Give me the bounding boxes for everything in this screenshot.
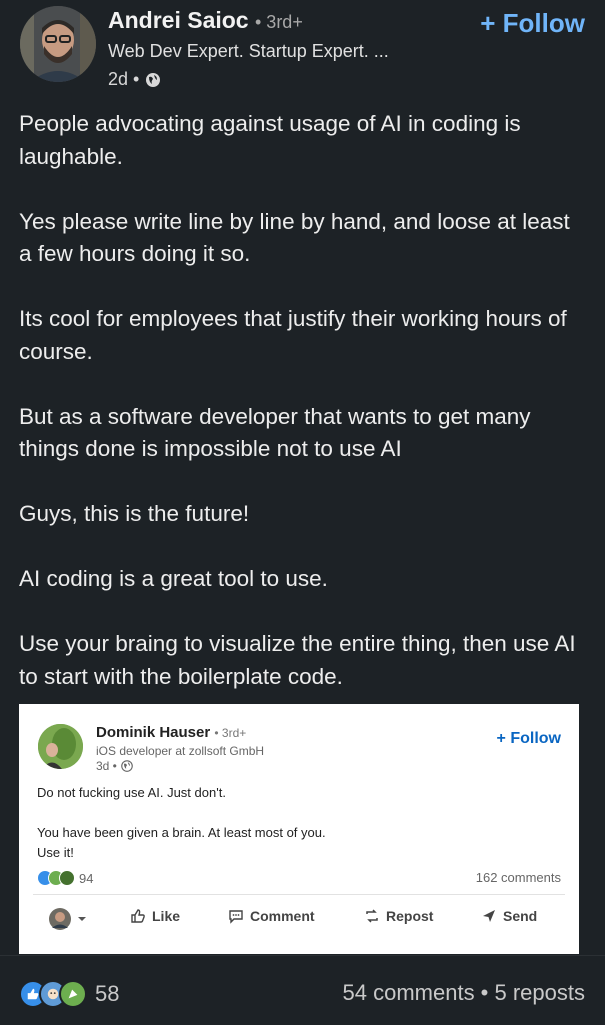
embedded-like-button: Like [130, 908, 180, 924]
embedded-actor-switcher [49, 908, 87, 930]
embedded-comment-count: 162 comments [475, 870, 561, 885]
embedded-post-body: Do not fucking use AI. Just don't. You h… [37, 783, 557, 863]
actor-avatar-icon [49, 908, 71, 930]
repost-label: Repost [386, 908, 434, 924]
embedded-divider [33, 894, 565, 895]
reactions-summary[interactable]: 58 [19, 980, 119, 1008]
support-icon [59, 870, 75, 886]
like-label: Like [152, 908, 181, 924]
embedded-reaction-count: 94 [79, 870, 94, 886]
globe-icon [121, 760, 133, 772]
post-header: Andrei Saioc • 3rd+ Web Dev Expert. Star… [0, 0, 605, 104]
post-paragraph: Guys, this is the future! [19, 501, 250, 526]
embedded-post-paragraph: Do not fucking use AI. Just don't. [37, 785, 226, 800]
embedded-author-headline: iOS developer at zollsoft GmbH [96, 744, 265, 758]
post-time: 2d • [108, 69, 140, 89]
embedded-author-name-line: Dominik Hauser • 3rd+ [96, 724, 246, 741]
embedded-reaction-icons [37, 870, 75, 886]
caret-down-icon [78, 917, 86, 921]
embedded-post-time: 3d • [96, 759, 117, 773]
send-label: Send [503, 908, 538, 924]
author-headline: Web Dev Expert. Startup Expert. ... [108, 41, 389, 61]
embedded-author-avatar [38, 724, 83, 769]
globe-icon [146, 72, 161, 87]
author-photo [20, 6, 96, 82]
post-paragraph: AI coding is a great tool to use. [19, 566, 328, 591]
comment-icon [229, 910, 243, 924]
embedded-send-button: Send [481, 908, 537, 924]
reaction-icons [19, 980, 87, 1008]
embedded-action-bar: Like Comment Repost Send [19, 908, 579, 938]
embedded-reactions: 94 [37, 870, 93, 886]
embedded-connection-degree: • 3rd+ [214, 726, 247, 740]
embedded-repost-button: Repost [364, 908, 433, 924]
comments-reposts-count[interactable]: 54 comments • 5 reposts [343, 980, 585, 1006]
post-body: People advocating against usage of AI in… [19, 108, 587, 693]
embedded-author-photo [38, 724, 83, 769]
post-paragraph: Its cool for employees that justify thei… [19, 306, 567, 364]
comment-label: Comment [250, 908, 315, 924]
embedded-author-name: Dominik Hauser [96, 724, 211, 741]
embedded-post-paragraph: You have been given a brain. At least mo… [37, 825, 326, 860]
post-paragraph: Yes please write line by line by hand, a… [19, 208, 570, 267]
embedded-post-meta: 3d • [96, 759, 133, 773]
post-paragraph: But as a software developer that wants t… [19, 403, 531, 462]
social-counts-bar: 58 54 comments • 5 reposts [0, 955, 605, 1025]
post-meta: 2d • [108, 69, 161, 90]
repost-icon [366, 909, 378, 923]
post-paragraph: People advocating against usage of AI in… [19, 111, 521, 169]
embedded-comment-button: Comment [228, 908, 315, 924]
reaction-count: 58 [95, 981, 120, 1006]
celebrate-icon [59, 980, 87, 1008]
author-avatar[interactable] [20, 6, 96, 82]
connection-degree: • 3rd+ [255, 12, 303, 32]
embedded-follow-button: + Follow [496, 730, 561, 747]
follow-button[interactable]: + Follow [480, 8, 585, 39]
author-name-line[interactable]: Andrei Saioc • 3rd+ [108, 7, 303, 34]
thumbs-up-icon [131, 909, 145, 923]
send-icon [483, 910, 495, 922]
embedded-post-image[interactable]: Dominik Hauser • 3rd+ iOS developer at z… [19, 704, 579, 954]
author-name[interactable]: Andrei Saioc [108, 7, 249, 33]
post-paragraph: Use your braing to visualize the entire … [19, 631, 576, 689]
